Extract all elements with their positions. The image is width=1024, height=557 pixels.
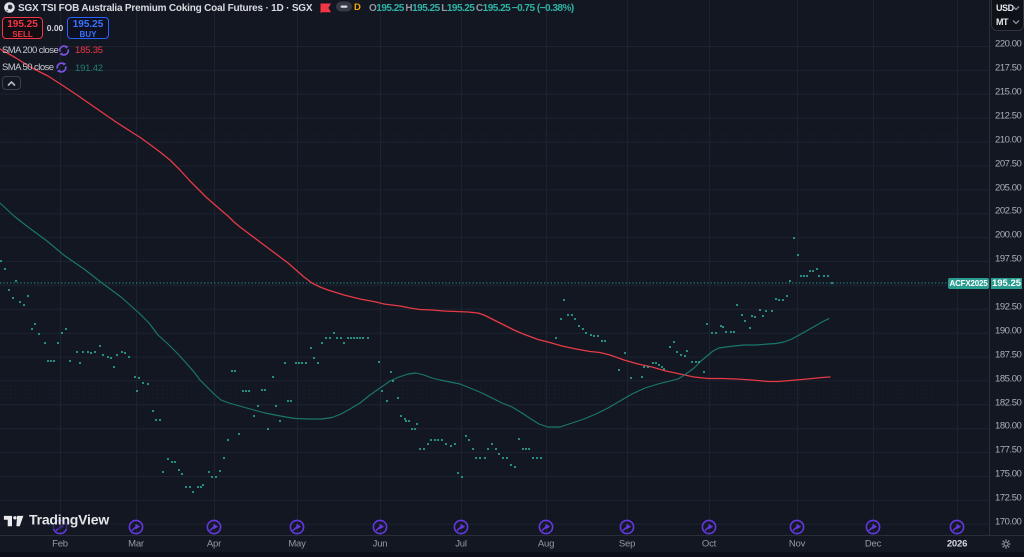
svg-text:TradingView: TradingView (29, 512, 109, 528)
svg-text:D: D (354, 2, 361, 13)
